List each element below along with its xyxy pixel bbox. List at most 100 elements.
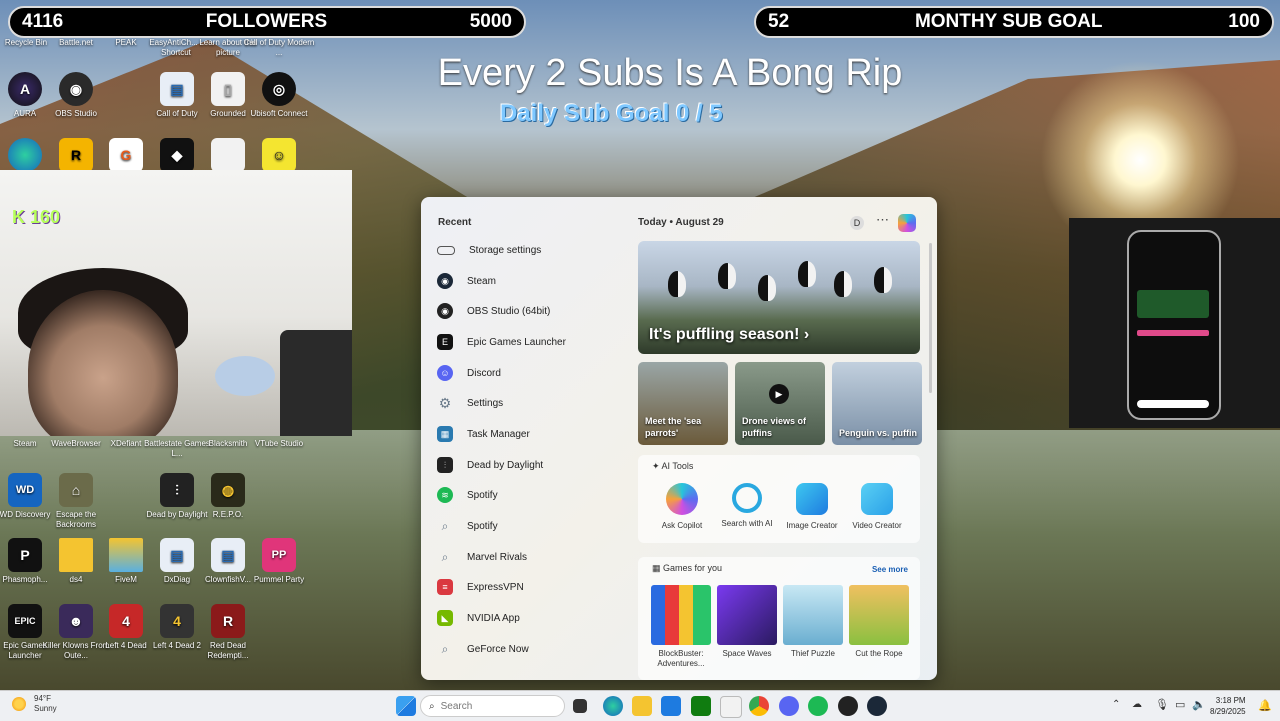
webcam-chair bbox=[280, 330, 352, 436]
sun-icon bbox=[12, 697, 26, 711]
wd-icon: WD bbox=[8, 473, 42, 507]
phone-capture-panel bbox=[1069, 218, 1280, 428]
obs-icon: ◉ bbox=[437, 303, 453, 319]
chrome-icon[interactable] bbox=[749, 696, 769, 716]
discord-icon[interactable] bbox=[779, 696, 799, 716]
image-creator-button[interactable]: Image Creator bbox=[777, 483, 847, 530]
obs-icon[interactable] bbox=[838, 696, 858, 716]
windows-start-icon[interactable] bbox=[396, 696, 416, 716]
see-more-link[interactable]: See more bbox=[872, 565, 908, 574]
kick-viewer-count: K 160 bbox=[12, 207, 61, 227]
webcam-plush bbox=[215, 356, 275, 396]
hero-title: It's puffling season! › bbox=[649, 326, 810, 343]
recent-item-nvidia-app[interactable]: ◣ NVIDIA App bbox=[437, 607, 627, 629]
nvidia-icon: ◣ bbox=[437, 610, 453, 626]
news-card-sea-parrots[interactable]: Meet the 'sea parrots' bbox=[638, 362, 728, 445]
blockbuster-icon bbox=[651, 585, 711, 645]
search-icon: ⌕ bbox=[429, 700, 435, 712]
news-card-drone-puffins[interactable]: ▶ Drone views of puffins bbox=[735, 362, 825, 445]
desktop-icon-obs[interactable]: ◉ OBS Studio bbox=[40, 72, 112, 119]
aura-icon: A bbox=[8, 72, 42, 106]
recent-search-geforce-now[interactable]: ⌕ GeForce Now bbox=[437, 638, 627, 660]
ai-tools-heading: ✦ AI Tools bbox=[652, 461, 694, 471]
video-creator-icon bbox=[861, 483, 893, 515]
recent-item-spotify[interactable]: ≋ Spotify bbox=[437, 484, 627, 506]
news-card-penguin-vs-puffin[interactable]: Penguin vs. puffin bbox=[832, 362, 922, 445]
folder-icon bbox=[109, 538, 143, 572]
video-creator-button[interactable]: Video Creator bbox=[842, 483, 912, 530]
recent-item-steam[interactable]: ◉ Steam bbox=[437, 270, 627, 292]
desktop-icon-pummel-party[interactable]: PP Pummel Party bbox=[243, 538, 315, 585]
start-menu-scrollbar[interactable] bbox=[929, 243, 932, 393]
games-heading: ▦ Games for you bbox=[652, 563, 723, 573]
play-icon: ▶ bbox=[769, 384, 789, 404]
recent-item-obs[interactable]: ◉ OBS Studio (64bit) bbox=[437, 300, 627, 322]
expressvpn-icon: ≡ bbox=[437, 579, 453, 595]
copilot-icon[interactable] bbox=[898, 214, 916, 232]
system-clock[interactable]: 3:18 PM 8/29/2025 bbox=[1210, 695, 1246, 717]
phasmophobia-icon: P bbox=[8, 538, 42, 572]
puffin-graphic bbox=[668, 271, 686, 297]
news-hero-card[interactable]: It's puffling season! › bbox=[638, 241, 920, 354]
store-icon[interactable] bbox=[661, 696, 681, 716]
sub-goal: 100 bbox=[1228, 11, 1260, 32]
space-waves-icon bbox=[717, 585, 777, 645]
desktop-icon-cod-modern[interactable]: Call of Duty Modern ... bbox=[243, 38, 315, 58]
taskbar-search[interactable]: ⌕ Search bbox=[420, 695, 565, 717]
recent-item-settings[interactable]: ⚙ Settings bbox=[437, 392, 627, 414]
clock-time: 3:18 PM bbox=[1215, 696, 1246, 705]
sub-goal-bar: 52 MONTHY SUB GOAL 100 bbox=[754, 6, 1274, 38]
more-options-icon[interactable]: ⋯ bbox=[876, 212, 889, 228]
search-input[interactable]: Search bbox=[441, 701, 473, 712]
edge-icon[interactable] bbox=[603, 696, 623, 716]
discord-icon: ☺ bbox=[437, 365, 453, 381]
ask-copilot-button[interactable]: Ask Copilot bbox=[647, 483, 717, 530]
recent-item-dead-by-daylight[interactable]: ⫶ Dead by Daylight bbox=[437, 454, 627, 476]
desktop-icon-repo[interactable]: ◍ R.E.P.O. bbox=[192, 473, 264, 520]
recent-item-task-manager[interactable]: ▦ Task Manager bbox=[437, 423, 627, 445]
volume-icon[interactable]: 🔈 bbox=[1192, 698, 1206, 711]
desktop-icon-escape-backrooms[interactable]: ⌂ Escape the Backrooms bbox=[40, 473, 112, 530]
recent-item-storage-settings[interactable]: Storage settings bbox=[437, 239, 627, 261]
recent-search-spotify[interactable]: ⌕ Spotify bbox=[437, 515, 627, 537]
desktop-icon-red-dead[interactable]: R Red Dead Redempti... bbox=[192, 604, 264, 661]
task-view-icon[interactable] bbox=[573, 699, 587, 713]
roblox-icon: ◆ bbox=[160, 138, 194, 172]
game-tile-blockbuster[interactable]: BlockBuster: Adventures... bbox=[650, 585, 712, 669]
gear-icon: ⚙ bbox=[438, 394, 452, 411]
desktop-icon-vtube-studio[interactable]: VTube Studio bbox=[243, 439, 315, 449]
game-tile-cut-the-rope[interactable]: Cut the Rope bbox=[848, 585, 910, 659]
spotify-icon[interactable] bbox=[808, 696, 828, 716]
chevron-up-icon[interactable]: ⌃ bbox=[1112, 699, 1120, 710]
notepad-icon[interactable] bbox=[720, 696, 742, 718]
recent-item-expressvpn[interactable]: ≡ ExpressVPN bbox=[437, 576, 627, 598]
user-avatar[interactable]: D bbox=[850, 216, 864, 230]
search-with-ai-button[interactable]: Search with AI bbox=[712, 483, 782, 528]
recent-item-epic[interactable]: E Epic Games Launcher bbox=[437, 331, 627, 353]
file-explorer-icon[interactable] bbox=[632, 696, 652, 716]
webcam-person bbox=[28, 290, 178, 436]
ai-tools-panel: ✦ AI Tools Ask Copilot Search with AI Im… bbox=[638, 455, 920, 543]
recent-item-discord[interactable]: ☺ Discord bbox=[437, 362, 627, 384]
network-icon[interactable]: ▭ bbox=[1175, 698, 1185, 711]
weather-widget[interactable]: 94°F Sunny bbox=[12, 694, 57, 714]
obs-icon: ◉ bbox=[59, 72, 93, 106]
file-icon bbox=[211, 138, 245, 172]
xbox-icon[interactable] bbox=[691, 696, 711, 716]
onedrive-icon[interactable]: ☁ bbox=[1132, 699, 1142, 710]
game-tile-thief-puzzle[interactable]: Thief Puzzle bbox=[782, 585, 844, 659]
today-date-heading: Today • August 29 bbox=[638, 217, 724, 228]
followers-current: 4116 bbox=[22, 11, 64, 32]
rockstar-icon: R bbox=[59, 138, 93, 172]
game-tile-space-waves[interactable]: Space Waves bbox=[716, 585, 778, 659]
task-manager-icon: ▦ bbox=[437, 426, 453, 442]
gaijin-icon: G bbox=[109, 138, 143, 172]
notification-bell-icon[interactable]: 🔔 bbox=[1258, 699, 1272, 712]
microphone-icon[interactable]: 🎙 bbox=[1155, 698, 1169, 711]
steam-icon[interactable] bbox=[867, 696, 887, 716]
followers-goal: 5000 bbox=[469, 11, 512, 32]
start-menu: Recent Storage settings ◉ Steam ◉ OBS Stud… bbox=[421, 197, 937, 680]
epic-games-icon: EPIC bbox=[8, 604, 42, 638]
recent-search-marvel-rivals[interactable]: ⌕ Marvel Rivals bbox=[437, 546, 627, 568]
desktop-icon-ubisoft[interactable]: ◎ Ubisoft Connect bbox=[243, 72, 315, 119]
